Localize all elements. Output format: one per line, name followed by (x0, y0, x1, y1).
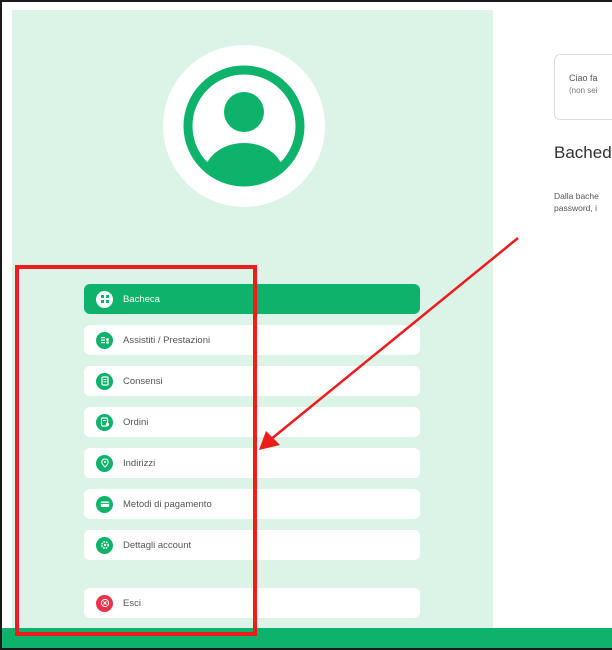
document-icon (96, 372, 113, 390)
close-circle-icon (96, 594, 113, 612)
user-avatar-icon (183, 65, 305, 187)
footer-bar (2, 628, 612, 648)
order-icon (96, 413, 113, 431)
account-settings-icon (96, 536, 113, 554)
menu-item-label: Assistiti / Prestazioni (123, 334, 211, 346)
description-line: password, i (554, 203, 597, 213)
menu-item-label: Esci (123, 597, 141, 609)
menu-item-label: Metodi di pagamento (123, 498, 212, 510)
menu-item-label: Bacheca (123, 293, 160, 305)
menu-item-esci[interactable]: Esci (84, 588, 420, 618)
menu-item-label: Consensi (123, 375, 163, 387)
dashboard-icon (96, 290, 113, 308)
description-line: Dalla bache (554, 191, 599, 201)
people-list-icon (96, 331, 113, 349)
menu-item-indirizzi[interactable]: Indirizzi (84, 448, 420, 478)
logout-hint-text[interactable]: (non sei (569, 86, 612, 95)
page-title: Bached (554, 143, 612, 162)
menu-item-metodi-pagamento[interactable]: Metodi di pagamento (84, 489, 420, 519)
menu-item-assistiti[interactable]: Assistiti / Prestazioni (84, 325, 420, 355)
menu-item-dettagli-account[interactable]: Dettagli account (84, 530, 420, 560)
location-pin-icon (96, 454, 113, 472)
greeting-text: Ciao fa (569, 73, 598, 83)
page-description: Dalla bache password, i (554, 190, 599, 214)
menu-item-label: Dettagli account (123, 539, 192, 551)
account-sidebar: Bacheca Assistiti / Prestazioni Consensi… (12, 10, 493, 630)
menu-item-ordini[interactable]: Ordini (84, 407, 420, 437)
payment-icon (96, 495, 113, 513)
menu-item-label: Ordini (123, 416, 149, 428)
menu-item-bacheca[interactable]: Bacheca (84, 284, 420, 314)
avatar (163, 45, 325, 207)
main-content: Ciao fa (non sei Bached Dalla bache pass… (493, 10, 612, 630)
menu-item-consensi[interactable]: Consensi (84, 366, 420, 396)
menu-item-label: Indirizzi (123, 457, 156, 469)
page-frame: Bacheca Assistiti / Prestazioni Consensi… (0, 0, 612, 650)
greeting-box: Ciao fa (non sei (554, 54, 612, 120)
